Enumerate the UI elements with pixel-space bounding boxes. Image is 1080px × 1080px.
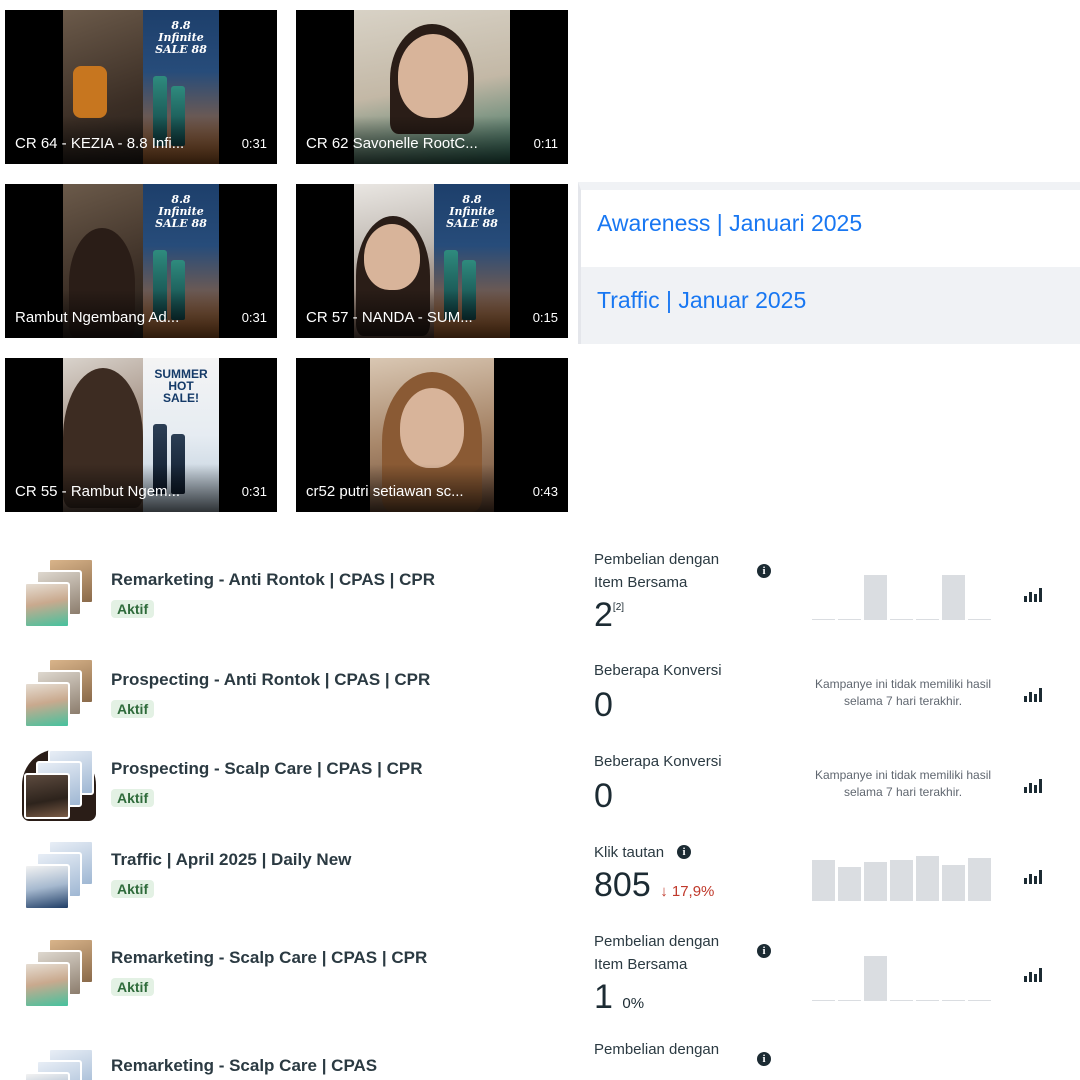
metric-label: Klik tautan: [594, 844, 665, 861]
info-icon[interactable]: i: [677, 845, 691, 859]
sparkline-bar: [812, 860, 835, 901]
ad-name[interactable]: Remarketing - Anti Rontok | CPAS | CPR: [111, 570, 435, 590]
serum-bottle-image: [73, 66, 107, 118]
sparkline-bar: [838, 619, 861, 620]
video-duration: 0:15: [532, 310, 558, 325]
video-thumbnail[interactable]: cr52 putri setiawan sc... 0:43: [296, 358, 568, 512]
video-title: Rambut Ngembang Ad...: [15, 309, 180, 326]
person-face-image: [364, 224, 420, 290]
bar-chart-icon[interactable]: [1024, 777, 1044, 793]
video-thumbnail[interactable]: CR 62 Savonelle RootC... 0:11: [296, 10, 568, 164]
sparkline-bar: [890, 619, 913, 620]
sparkline-bar: [864, 956, 887, 1001]
sparkline-bar: [812, 619, 835, 620]
ad-row[interactable]: Remarketing - Scalp Care | CPAS Pembelia…: [0, 1034, 1080, 1080]
video-duration: 0:43: [532, 484, 558, 499]
sparkline-bar: [838, 867, 861, 901]
video-thumbnail[interactable]: SUMMER HOT SALE! CR 55 - Rambut Ngem... …: [5, 358, 277, 512]
video-duration: 0:11: [533, 136, 558, 151]
sparkline-bar: [916, 619, 939, 620]
bar-chart-icon[interactable]: [1024, 686, 1044, 702]
sparkline-bar: [942, 865, 965, 901]
video-duration: 0:31: [241, 484, 267, 499]
bar-chart-icon[interactable]: [1024, 586, 1044, 602]
metric-value: 805 ↓ 17,9%: [594, 866, 715, 904]
video-title: cr52 putri setiawan sc...: [306, 483, 464, 500]
sparkline-bar: [890, 860, 913, 901]
sparkline-bar: [812, 1000, 835, 1001]
ad-name[interactable]: Remarketing - Scalp Care | CPAS | CPR: [111, 948, 427, 968]
sparkline-bar: [864, 862, 887, 901]
sparkline-bar: [890, 1000, 913, 1001]
sparkline-bar: [968, 619, 991, 620]
campaign-item-traffic[interactable]: Traffic | Januar 2025: [581, 267, 1080, 344]
video-title: CR 62 Savonelle RootC...: [306, 135, 478, 152]
sparkline-bar: [968, 1000, 991, 1001]
metric-label: Beberapa Konversi: [594, 662, 722, 679]
metric-label: Beberapa Konversi: [594, 753, 722, 770]
ad-row[interactable]: Traffic | April 2025 | Daily New Aktif K…: [0, 834, 1080, 934]
metric-value: 0: [594, 686, 613, 724]
ad-creative-thumbnail: [22, 558, 96, 630]
info-icon[interactable]: i: [757, 564, 771, 578]
footnote-marker: [2]: [612, 602, 625, 613]
campaign-list: Awareness | Januari 2025 Traffic | Janua…: [578, 182, 1080, 344]
no-results-message: Kampanye ini tidak memiliki hasil selama…: [814, 677, 992, 708]
info-icon[interactable]: i: [757, 1052, 771, 1066]
metric-value: 2[2]: [594, 596, 625, 634]
ad-row[interactable]: Remarketing - Anti Rontok | CPAS | CPR A…: [0, 551, 1080, 652]
status-badge: Aktif: [111, 978, 155, 996]
sparkline-bar: [968, 858, 991, 901]
sparkline-bar: [942, 575, 965, 620]
ad-row[interactable]: Remarketing - Scalp Care | CPAS | CPR Ak…: [0, 933, 1080, 1034]
change-indicator: 0%: [622, 995, 645, 1012]
metric-label: Pembelian dengan Item Bersama: [594, 551, 720, 591]
info-icon[interactable]: i: [757, 944, 771, 958]
sparkline-bar: [864, 575, 887, 620]
sparkline-bar: [916, 1000, 939, 1001]
video-duration: 0:31: [241, 136, 267, 151]
results-sparkline: [812, 945, 994, 1001]
ad-row[interactable]: Prospecting - Scalp Care | CPAS | CPR Ak…: [0, 743, 1080, 843]
bar-chart-icon[interactable]: [1024, 868, 1044, 884]
status-badge: Aktif: [111, 880, 155, 898]
no-results-message: Kampanye ini tidak memiliki hasil selama…: [814, 768, 992, 799]
video-thumbnail[interactable]: 8.8 Infinite SALE 88 CR 57 - NANDA - SUM…: [296, 184, 568, 338]
status-badge: Aktif: [111, 600, 155, 618]
ad-name[interactable]: Prospecting - Scalp Care | CPAS | CPR: [111, 759, 423, 779]
ad-creative-thumbnail: [22, 749, 96, 821]
ad-name[interactable]: Traffic | April 2025 | Daily New: [111, 850, 351, 870]
status-badge: Aktif: [111, 789, 155, 807]
metric-label: Pembelian dengan Item Bersama: [594, 933, 720, 973]
sparkline-bar: [942, 1000, 965, 1001]
metric-value: 1 0%: [594, 978, 645, 1016]
ad-name[interactable]: Remarketing - Scalp Care | CPAS: [111, 1056, 377, 1076]
video-title: CR 64 - KEZIA - 8.8 Infi...: [15, 135, 185, 152]
results-sparkline: [812, 845, 994, 901]
sparkline-bar: [838, 1000, 861, 1001]
metric-label: Pembelian dengan: [594, 1041, 720, 1058]
ad-row[interactable]: Prospecting - Anti Rontok | CPAS | CPR A…: [0, 652, 1080, 752]
campaign-item-awareness[interactable]: Awareness | Januari 2025: [581, 190, 1080, 267]
results-sparkline: [812, 564, 994, 620]
sparkline-bar: [916, 856, 939, 901]
ad-creative-thumbnail: [22, 840, 96, 912]
ad-creative-thumbnail: [22, 658, 96, 730]
status-badge: Aktif: [111, 700, 155, 718]
person-face-image: [398, 34, 468, 118]
ad-creative-thumbnail: [22, 1048, 96, 1080]
person-face-image: [400, 388, 464, 468]
video-thumbnail[interactable]: 8.8 Infinite SALE 88 Rambut Ngembang Ad.…: [5, 184, 277, 338]
bar-chart-icon[interactable]: [1024, 966, 1044, 982]
video-thumbnail[interactable]: 8.8 Infinite SALE 88 CR 64 - KEZIA - 8.8…: [5, 10, 277, 164]
video-duration: 0:31: [241, 310, 267, 325]
metric-value: 0: [594, 777, 613, 815]
ad-creative-thumbnail: [22, 938, 96, 1010]
ad-name[interactable]: Prospecting - Anti Rontok | CPAS | CPR: [111, 670, 430, 690]
video-title: CR 57 - NANDA - SUM...: [306, 309, 473, 326]
change-indicator: ↓ 17,9%: [660, 883, 715, 900]
video-title: CR 55 - Rambut Ngem...: [15, 483, 181, 500]
